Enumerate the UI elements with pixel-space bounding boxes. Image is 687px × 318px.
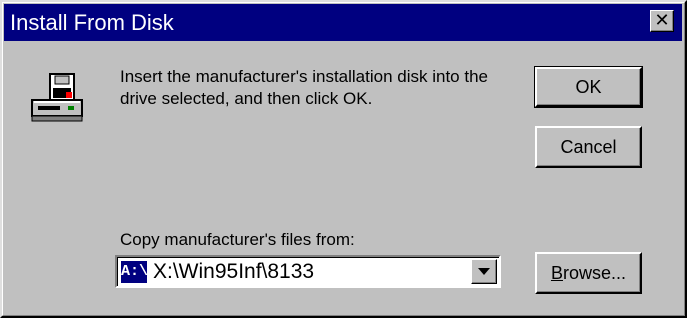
copy-from-value[interactable]: X:\Win95Inf\8133 <box>153 260 314 284</box>
close-button[interactable]: ✕ <box>650 10 674 32</box>
browse-mnemonic: B <box>550 263 563 283</box>
browse-button[interactable]: Browse... <box>535 252 642 294</box>
dropdown-arrow-icon <box>478 268 490 275</box>
drive-icon: A:\ <box>121 261 148 283</box>
title-bar[interactable]: Install From Disk ✕ <box>4 4 682 41</box>
instruction-text: Insert the manufacturer's installation d… <box>120 67 488 108</box>
install-from-disk-dialog: Install From Disk ✕ Insert the manufactu… <box>0 0 687 318</box>
ok-button[interactable]: OK <box>534 66 643 108</box>
cancel-button[interactable]: Cancel <box>535 126 642 168</box>
window-title: Install From Disk <box>10 10 174 35</box>
dropdown-button[interactable] <box>471 259 497 284</box>
copy-from-label: Copy manufacturer's files from: <box>120 230 355 249</box>
browse-label: rowse... <box>562 263 627 283</box>
floppy-drive-icon <box>31 73 83 122</box>
close-icon: ✕ <box>654 10 670 30</box>
copy-from-combobox[interactable]: A:\ X:\Win95Inf\8133 <box>115 255 501 288</box>
